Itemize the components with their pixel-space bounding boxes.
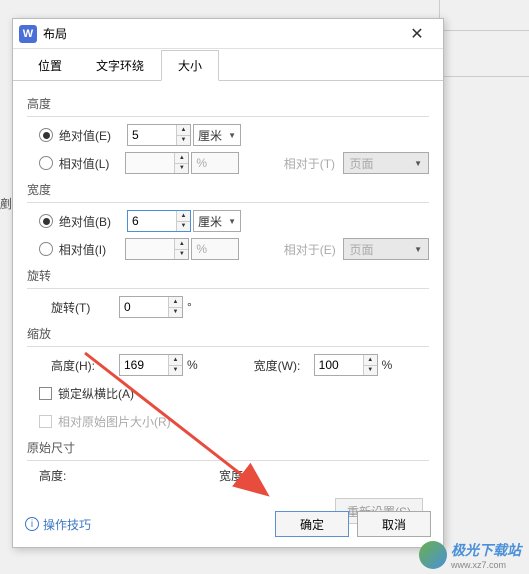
chevron-down-icon: ▼ (414, 159, 422, 168)
spin-down-icon[interactable]: ▼ (175, 250, 188, 260)
background-table (439, 0, 529, 120)
ok-button[interactable]: 确定 (275, 511, 349, 537)
input-width-rel[interactable]: ▲▼ (125, 238, 189, 260)
label-width-rel: 相对值(I) (59, 241, 126, 258)
unit-rotate: ° (187, 300, 192, 314)
combo-width-relto[interactable]: 页面 ▼ (343, 238, 430, 260)
section-original: 原始尺寸 (27, 439, 429, 456)
input-height-rel[interactable]: ▲▼ (125, 152, 189, 174)
label-scale-w: 宽度(W): (254, 357, 314, 374)
info-icon: i (25, 517, 39, 531)
spin-down-icon[interactable]: ▼ (177, 222, 190, 232)
input-rotate-field[interactable] (120, 297, 168, 317)
checkbox-lock-ratio[interactable] (39, 387, 52, 400)
bg-text: 剷 (0, 195, 12, 212)
input-width-abs-field[interactable] (128, 211, 176, 231)
divider (27, 288, 429, 289)
spin-down-icon[interactable]: ▼ (169, 308, 182, 318)
label-width-abs: 绝对值(B) (59, 213, 127, 230)
radio-height-rel[interactable] (39, 156, 53, 170)
chevron-down-icon: ▼ (228, 217, 236, 226)
divider (27, 202, 429, 203)
combo-height-relto-text: 页面 (350, 155, 374, 172)
label-height-relto: 相对于(T) (284, 155, 343, 172)
label-orig-w: 宽度: (219, 467, 399, 484)
section-height: 高度 (27, 95, 429, 112)
dialog-footer: i 操作技巧 确定 取消 (25, 511, 431, 537)
spin-up-icon[interactable]: ▲ (175, 153, 188, 164)
label-height-rel: 相对值(L) (59, 155, 126, 172)
spin-up-icon[interactable]: ▲ (364, 355, 377, 366)
label-width-relto: 相对于(E) (284, 241, 343, 258)
spin-down-icon[interactable]: ▼ (169, 366, 182, 376)
chevron-down-icon: ▼ (228, 131, 236, 140)
input-scale-h-field[interactable] (120, 355, 168, 375)
unit-scale-h: % (187, 358, 198, 372)
unit-scale-w: % (382, 358, 393, 372)
input-height-abs[interactable]: ▲▼ (127, 124, 191, 146)
divider (27, 460, 429, 461)
input-scale-w[interactable]: ▲▼ (314, 354, 378, 376)
tips-link[interactable]: i 操作技巧 (25, 516, 91, 533)
input-scale-w-field[interactable] (315, 355, 363, 375)
spin-up-icon[interactable]: ▲ (175, 239, 188, 250)
unit-width-rel: % (191, 238, 238, 260)
section-width: 宽度 (27, 181, 429, 198)
tab-size[interactable]: 大小 (161, 50, 219, 81)
input-scale-h[interactable]: ▲▼ (119, 354, 183, 376)
label-rotate: 旋转(T) (51, 299, 119, 316)
radio-height-abs[interactable] (39, 128, 53, 142)
tab-position[interactable]: 位置 (21, 50, 79, 81)
cancel-button[interactable]: 取消 (357, 511, 431, 537)
tab-bar: 位置 文字环绕 大小 (13, 49, 443, 81)
divider (27, 346, 429, 347)
spin-down-icon[interactable]: ▼ (175, 164, 188, 174)
spin-down-icon[interactable]: ▼ (177, 136, 190, 146)
label-height-abs: 绝对值(E) (59, 127, 127, 144)
input-rotate[interactable]: ▲▼ (119, 296, 183, 318)
watermark: 极光下载站 www.xz7.com (419, 540, 521, 570)
chevron-down-icon: ▼ (414, 245, 422, 254)
label-orig-h: 高度: (39, 467, 219, 484)
input-height-abs-field[interactable] (128, 125, 176, 145)
input-width-abs[interactable]: ▲▼ (127, 210, 191, 232)
section-rotate: 旋转 (27, 267, 429, 284)
input-height-rel-field[interactable] (126, 153, 174, 173)
label-orig-size: 相对原始图片大小(R) (58, 413, 171, 430)
watermark-icon (419, 541, 447, 569)
divider (27, 116, 429, 117)
label-scale-h: 高度(H): (51, 357, 119, 374)
combo-width-relto-text: 页面 (350, 241, 374, 258)
titlebar: W 布局 ✕ (13, 19, 443, 49)
layout-dialog: W 布局 ✕ 位置 文字环绕 大小 高度 绝对值(E) ▲▼ 厘米 ▼ 相 (12, 18, 444, 548)
radio-width-abs[interactable] (39, 214, 53, 228)
checkbox-orig-size (39, 415, 52, 428)
unit-width-abs[interactable]: 厘米 ▼ (193, 210, 241, 232)
spin-up-icon[interactable]: ▲ (177, 211, 190, 222)
label-lock-ratio: 锁定纵横比(A) (58, 385, 134, 402)
close-icon: ✕ (410, 24, 423, 44)
close-button[interactable]: ✕ (397, 20, 437, 48)
spin-down-icon[interactable]: ▼ (364, 366, 377, 376)
dialog-content: 高度 绝对值(E) ▲▼ 厘米 ▼ 相对值(L) ▲▼ % 相对于(T) (13, 81, 443, 532)
unit-height-abs[interactable]: 厘米 ▼ (193, 124, 241, 146)
unit-width-abs-text: 厘米 (198, 213, 222, 230)
tab-text-wrap[interactable]: 文字环绕 (79, 50, 161, 81)
dialog-title: 布局 (43, 25, 397, 42)
unit-height-abs-text: 厘米 (198, 127, 222, 144)
section-scale: 缩放 (27, 325, 429, 342)
watermark-text: 极光下载站 (451, 542, 521, 558)
app-icon: W (19, 25, 37, 43)
spin-up-icon[interactable]: ▲ (177, 125, 190, 136)
combo-height-relto[interactable]: 页面 ▼ (343, 152, 430, 174)
tips-text: 操作技巧 (43, 516, 91, 533)
unit-height-rel: % (191, 152, 238, 174)
input-width-rel-field[interactable] (126, 239, 174, 259)
radio-width-rel[interactable] (39, 242, 53, 256)
watermark-sub: www.xz7.com (451, 560, 521, 570)
spin-up-icon[interactable]: ▲ (169, 297, 182, 308)
spin-up-icon[interactable]: ▲ (169, 355, 182, 366)
